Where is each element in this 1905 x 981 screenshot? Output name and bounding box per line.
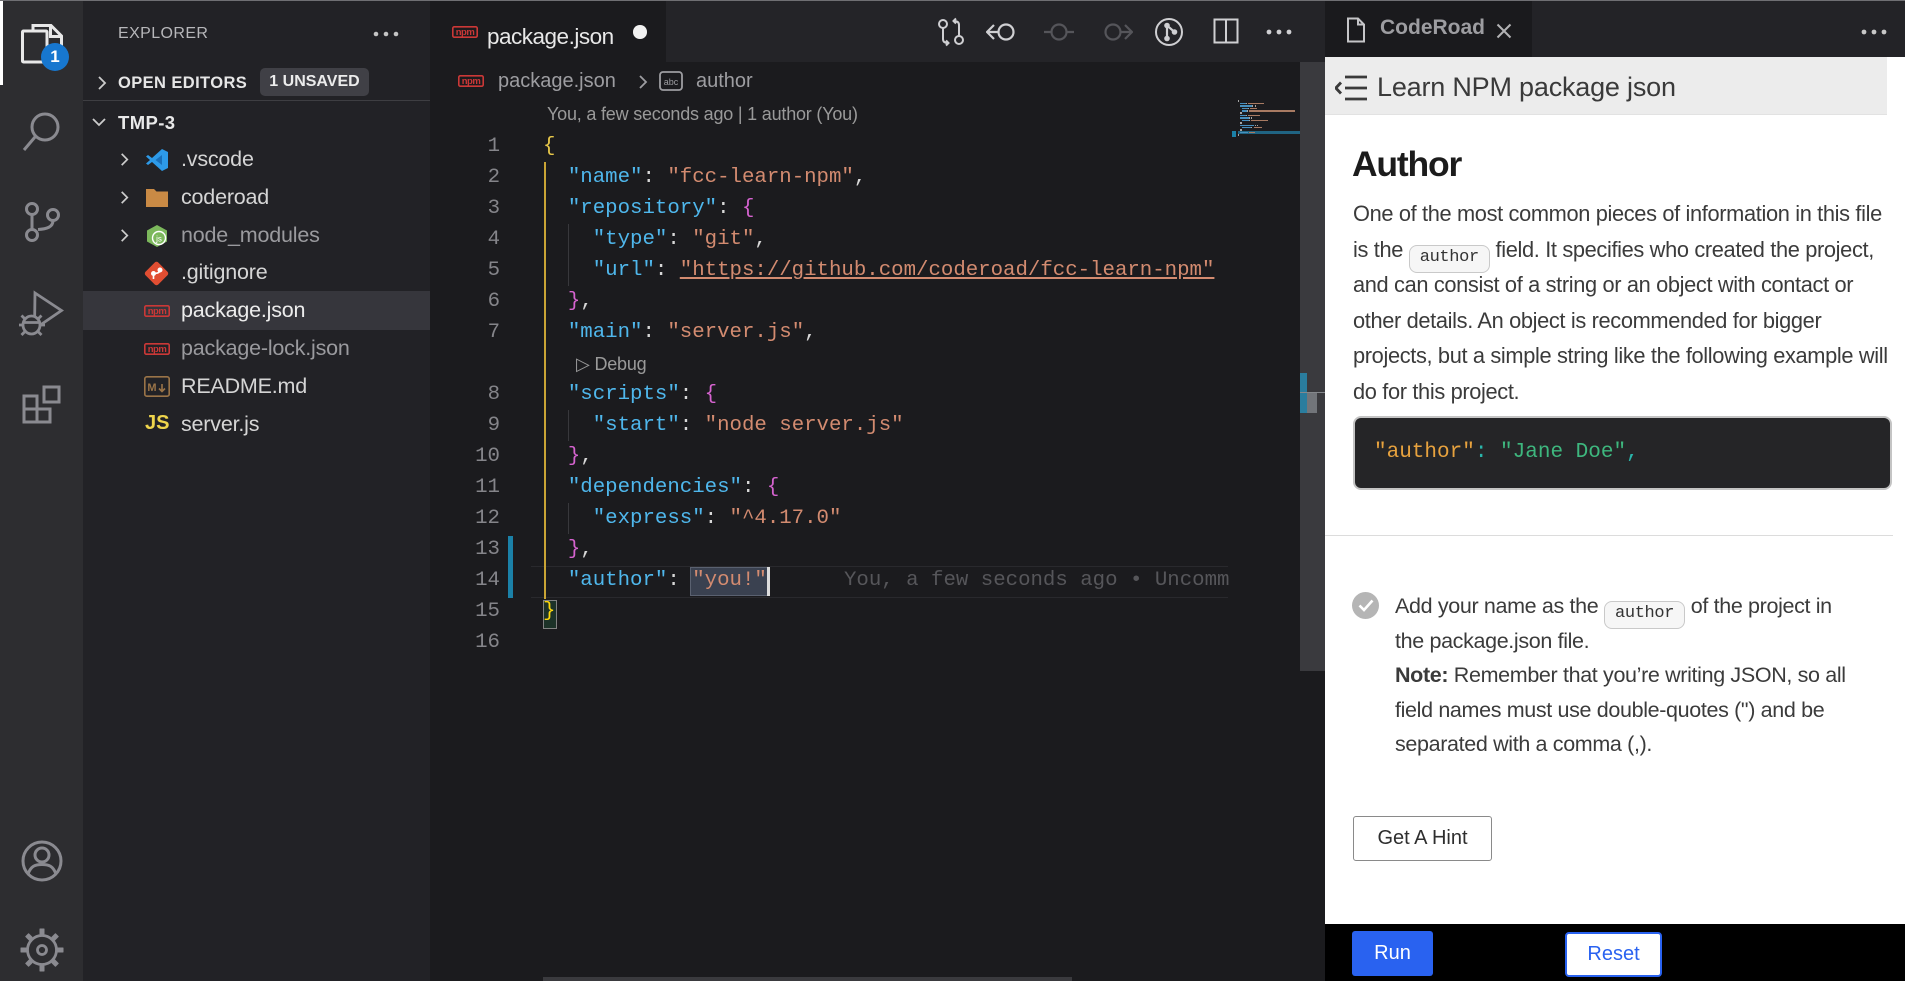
svg-text:npm: npm: [148, 344, 167, 355]
svg-text:npm: npm: [456, 27, 475, 38]
svg-text:npm: npm: [462, 76, 481, 87]
svg-text:M: M: [147, 382, 156, 394]
svg-text:npm: npm: [148, 306, 167, 317]
svg-text:js: js: [155, 235, 162, 244]
svg-text:abc: abc: [664, 77, 679, 87]
